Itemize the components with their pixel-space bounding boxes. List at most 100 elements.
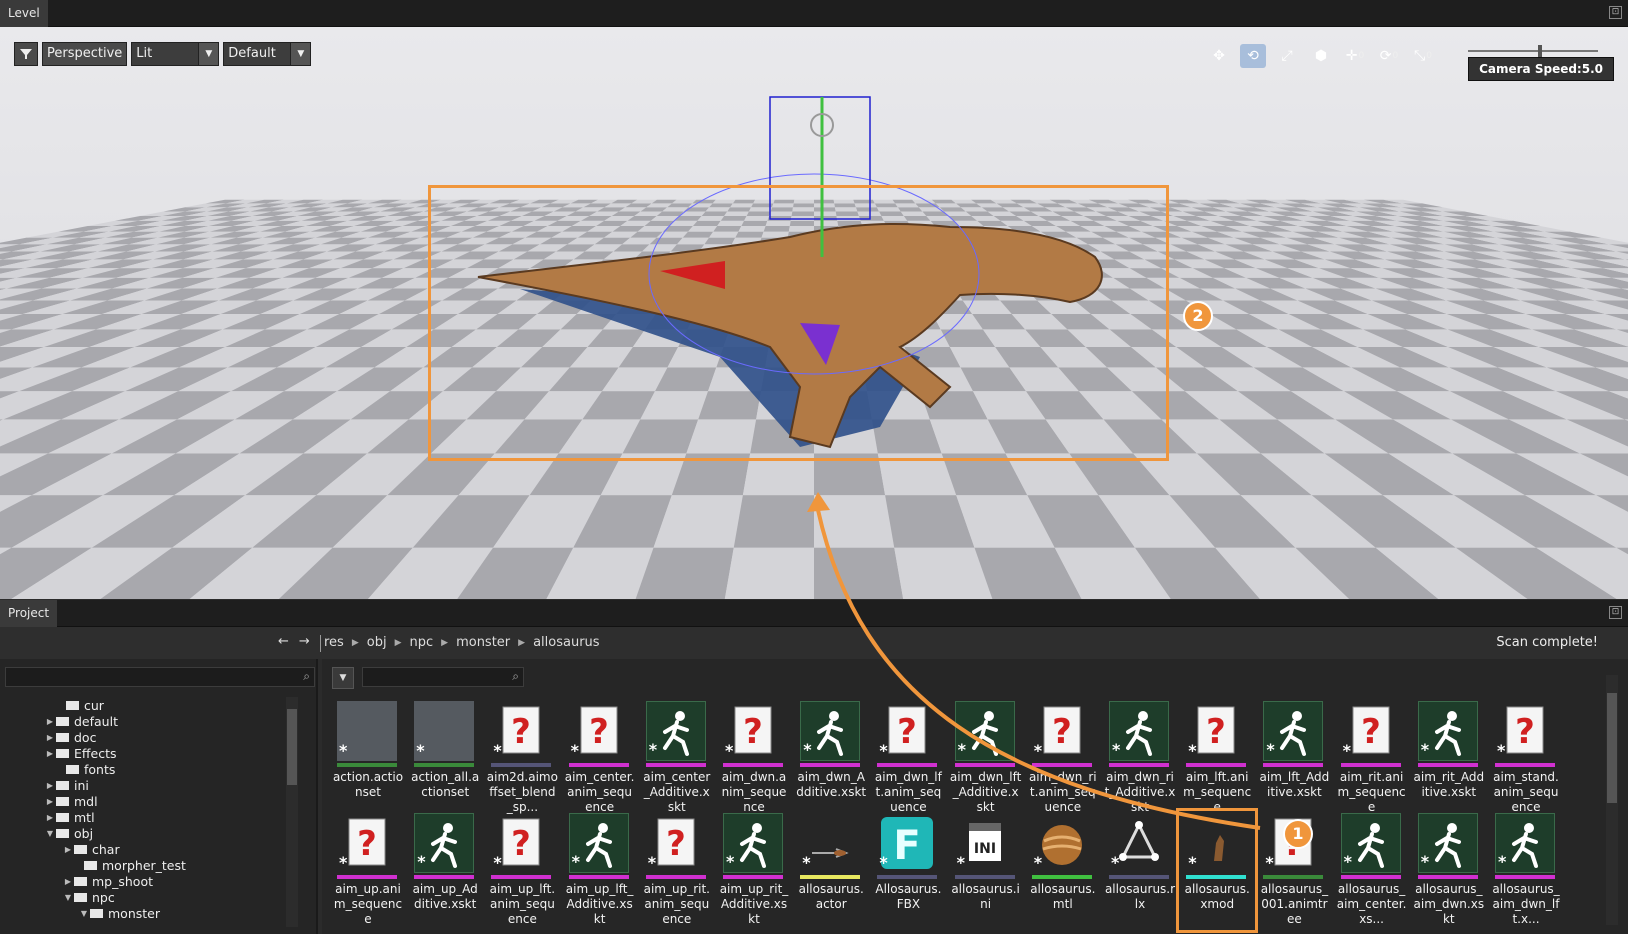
- breadcrumb-item[interactable]: allosaurus: [533, 635, 599, 650]
- asset-item[interactable]: * aim_up_rit_Additive.xskt: [718, 813, 790, 928]
- asset-item[interactable]: * action.actionset: [332, 701, 404, 816]
- tree-item[interactable]: cur: [0, 697, 298, 713]
- tree-item[interactable]: ▶ mdl: [0, 793, 298, 809]
- asset-item[interactable]: ? * aim2d.aimoffset_blend_sp...: [486, 701, 558, 816]
- tree-item[interactable]: ▼ obj: [0, 825, 298, 841]
- tree-expander-icon[interactable]: ▼: [78, 909, 90, 918]
- asset-item[interactable]: F * Allosaurus.FBX: [872, 813, 944, 928]
- asset-label: aim_up_rit_Additive.xskt: [719, 882, 789, 926]
- snap-scale-icon[interactable]: ⤡ 0: [1410, 44, 1436, 68]
- tree-expander-icon[interactable]: ▶: [44, 733, 56, 742]
- tree-expander-icon[interactable]: ▶: [44, 813, 56, 822]
- asset-search-input[interactable]: ⌕: [362, 667, 524, 687]
- tree-expander-icon[interactable]: ▶: [62, 877, 74, 886]
- asset-item[interactable]: * aim_dwn_rit_Additive.xskt: [1104, 701, 1176, 816]
- level-tab[interactable]: Level: [0, 0, 48, 27]
- asset-item[interactable]: ? * aim_lft.anim_sequence: [1181, 701, 1253, 816]
- tree-item[interactable]: morpher_test: [0, 857, 298, 873]
- unsaved-star-icon: *: [493, 741, 502, 760]
- asset-item[interactable]: ? * aim_center.anim_sequence: [564, 701, 636, 816]
- anim-file-icon: *: [1263, 701, 1324, 761]
- tree-item[interactable]: ▼ monster: [0, 905, 298, 921]
- asset-item[interactable]: ? * aim_stand.anim_sequence: [1490, 701, 1562, 816]
- scrollbar-thumb[interactable]: [1607, 693, 1617, 803]
- unsaved-star-icon: *: [879, 741, 888, 760]
- svg-text:?: ?: [1515, 712, 1535, 752]
- tree-item[interactable]: ▶ char: [0, 841, 298, 857]
- asset-item[interactable]: * aim_center_Additive.xskt: [641, 701, 713, 816]
- asset-item[interactable]: ? * aim_up.anim_sequence: [332, 813, 404, 928]
- snap-rotate-icon[interactable]: ⟳ 0: [1376, 44, 1402, 68]
- tree-scrollbar[interactable]: [286, 697, 298, 927]
- search-icon[interactable]: ⌕: [303, 669, 310, 684]
- tree-item[interactable]: ▶ Effects: [0, 745, 298, 761]
- asset-item[interactable]: * aim_lft_Additive.xskt: [1258, 701, 1330, 816]
- breadcrumb-item[interactable]: npc: [410, 635, 434, 650]
- unsaved-star-icon: *: [647, 853, 657, 872]
- preset-select[interactable]: Default ▼: [223, 42, 312, 66]
- scale-tool-icon[interactable]: ⤢: [1274, 44, 1300, 68]
- asset-item[interactable]: * allosaurus.xmod: [1176, 808, 1259, 933]
- asset-item[interactable]: * aim_dwn_lft_Additive.xskt: [950, 701, 1022, 816]
- search-icon[interactable]: ⌕: [512, 669, 519, 684]
- move-tool-icon[interactable]: ✥: [1206, 44, 1232, 68]
- lighting-select[interactable]: Lit ▼: [131, 42, 220, 66]
- asset-scrollbar[interactable]: [1606, 675, 1618, 925]
- camera-speed-slider[interactable]: [1468, 45, 1598, 57]
- slider-handle[interactable]: [1538, 45, 1542, 57]
- asset-item[interactable]: ? * aim_dwn_rit.anim_sequence: [1027, 701, 1099, 816]
- asset-item[interactable]: * allosaurus_aim_center.xs...: [1336, 813, 1408, 928]
- project-pin-icon[interactable]: ⊡: [1609, 606, 1622, 619]
- folder-tree-panel: ⌕ cur ▶ default ▶ doc ▶ Effects fonts ▶ ini ▶ mdl ▶ m…: [0, 659, 318, 934]
- asset-item[interactable]: * allosaurus.mtl: [1027, 813, 1099, 928]
- tree-expander-icon[interactable]: ▶: [44, 781, 56, 790]
- asset-item[interactable]: * aim_rit_Additive.xskt: [1413, 701, 1485, 816]
- tree-search-input[interactable]: ⌕: [5, 667, 315, 687]
- asset-item[interactable]: * aim_up_lft_Additive.xskt: [564, 813, 636, 928]
- tree-item[interactable]: ▼ npc: [0, 889, 298, 905]
- breadcrumb-item[interactable]: obj: [367, 635, 387, 650]
- rotate-tool-icon[interactable]: ⟲: [1240, 44, 1266, 68]
- asset-item[interactable]: ? * aim_dwn.anim_sequence: [718, 701, 790, 816]
- tree-item[interactable]: ▶ mp_shoot: [0, 873, 298, 889]
- tree-item-label: obj: [74, 825, 94, 841]
- asset-item[interactable]: INI * allosaurus.ini: [950, 813, 1022, 928]
- tree-expander-icon[interactable]: ▶: [44, 717, 56, 726]
- asset-item[interactable]: ? * aim_up_lft.anim_sequence: [486, 813, 558, 928]
- back-arrow-icon[interactable]: ←: [278, 634, 289, 649]
- viewport-menu-button[interactable]: [14, 42, 38, 66]
- tree-expander-icon[interactable]: ▶: [44, 749, 56, 758]
- asset-item[interactable]: * aim_dwn_Additive.xskt: [795, 701, 867, 816]
- asset-item[interactable]: * allosaurus.actor: [795, 813, 867, 928]
- breadcrumb-item[interactable]: res: [324, 635, 344, 650]
- tree-expander-icon[interactable]: ▶: [44, 797, 56, 806]
- asset-item[interactable]: * allosaurus.rlx: [1104, 813, 1176, 928]
- tree-expander-icon[interactable]: ▼: [62, 893, 74, 902]
- asset-item[interactable]: ? * aim_dwn_lft.anim_sequence: [872, 701, 944, 816]
- asset-item[interactable]: ? * aim_up_rit.anim_sequence: [641, 813, 713, 928]
- world-space-icon[interactable]: ⬢: [1308, 44, 1334, 68]
- unsaved-star-icon: *: [1033, 741, 1043, 760]
- asset-item[interactable]: * allosaurus_aim_dwn.xskt: [1413, 813, 1485, 928]
- asset-item[interactable]: ? * aim_rit.anim_sequence: [1336, 701, 1408, 816]
- tree-item[interactable]: fonts: [0, 761, 298, 777]
- asset-item[interactable]: * allosaurus_aim_dwn_lft.x...: [1490, 813, 1562, 928]
- view-mode-button[interactable]: Perspective: [42, 42, 128, 66]
- asset-item[interactable]: * aim_up_Additive.xskt: [409, 813, 481, 928]
- tree-item[interactable]: ▶ ini: [0, 777, 298, 793]
- tree-item[interactable]: ▶ default: [0, 713, 298, 729]
- snap-move-icon[interactable]: ✛ 0: [1342, 44, 1368, 68]
- tree-expander-icon[interactable]: ▼: [44, 829, 56, 838]
- project-tab[interactable]: Project: [0, 600, 58, 627]
- filter-dropdown-icon[interactable]: ▼: [332, 667, 354, 689]
- breadcrumb-item[interactable]: monster: [456, 635, 510, 650]
- level-pin-icon[interactable]: ⊡: [1609, 6, 1622, 19]
- scrollbar-thumb[interactable]: [287, 709, 297, 785]
- asset-item[interactable]: * action_all.actionset: [409, 701, 481, 816]
- forward-arrow-icon[interactable]: →: [299, 634, 310, 649]
- tree-expander-icon[interactable]: ▶: [62, 845, 74, 854]
- level-viewport[interactable]: 2: [0, 27, 1628, 599]
- tree-item[interactable]: ▶ mtl: [0, 809, 298, 825]
- tree-item[interactable]: ▶ doc: [0, 729, 298, 745]
- callout-asset: 1: [1283, 819, 1313, 849]
